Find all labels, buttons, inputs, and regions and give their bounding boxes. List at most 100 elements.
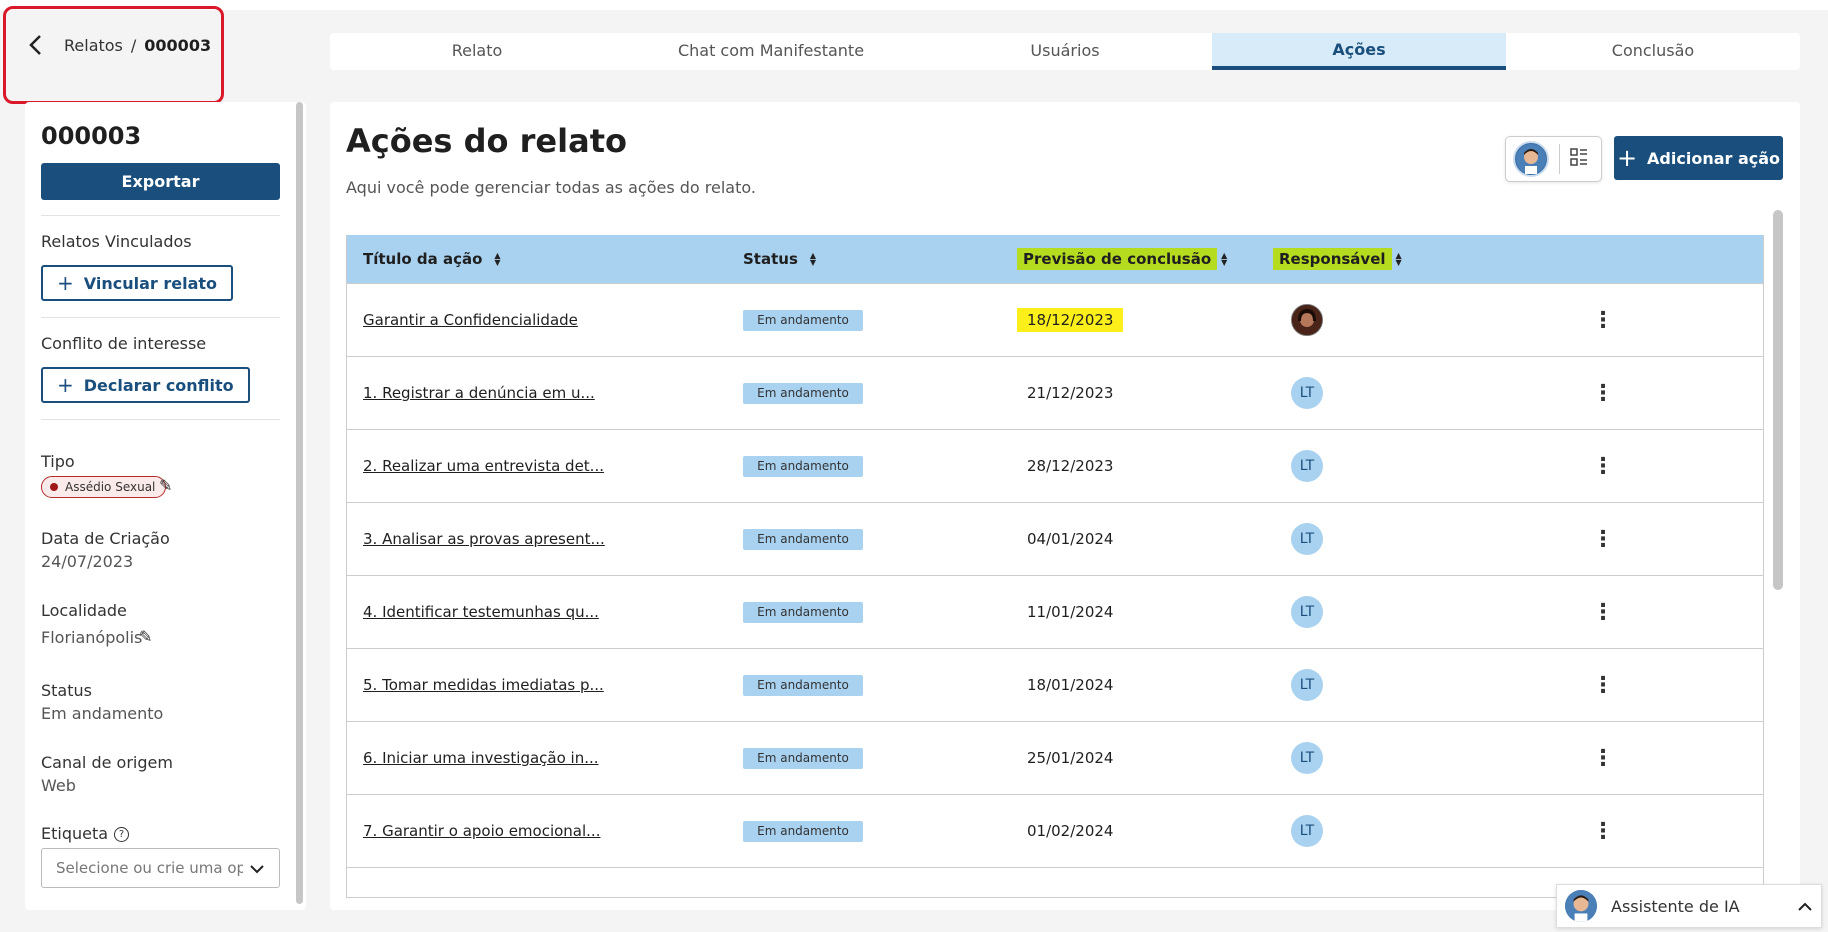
table-header: Título da ação ▲ ▼ Status ▲ ▼ Previsão de co…	[347, 235, 1763, 283]
assistant-label: Assistente de IA	[1611, 896, 1740, 916]
action-title-link[interactable]: 3. Analisar as provas apresent...	[363, 530, 605, 548]
status-badge: Em andamento	[743, 528, 863, 550]
tab-relato[interactable]: Relato	[330, 33, 624, 70]
edit-type-pencil-icon[interactable]: ✎	[159, 476, 172, 495]
channel-label: Canal de origem	[41, 753, 173, 772]
sort-icon[interactable]: ▲ ▼	[810, 252, 816, 267]
status-label: Status	[41, 681, 92, 700]
divider	[41, 419, 280, 420]
avatar: LT	[1291, 669, 1323, 701]
type-value: Assédio Sexual	[65, 480, 156, 494]
tag-label: Etiqueta	[41, 824, 109, 843]
breadcrumb-parent[interactable]: Relatos	[64, 36, 123, 55]
export-button[interactable]: Exportar	[41, 163, 280, 200]
chevron-up-icon[interactable]	[1797, 897, 1813, 916]
avatar: LT	[1291, 742, 1323, 774]
more-options-icon[interactable]: ⋮	[1592, 527, 1614, 552]
type-badge: Assédio Sexual	[41, 476, 167, 498]
sort-icon[interactable]: ▲ ▼	[494, 252, 500, 267]
action-title-link[interactable]: 1. Registrar a denúncia em u...	[363, 384, 595, 402]
top-strip	[0, 0, 1828, 10]
header-due[interactable]: Previsão de conclusão ▲ ▼	[1017, 248, 1227, 270]
help-icon[interactable]: ?	[114, 827, 130, 842]
action-title-link[interactable]: Garantir a Confidencialidade	[363, 311, 578, 329]
status-badge-label: Em andamento	[743, 309, 863, 331]
action-title-link[interactable]: 6. Iniciar uma investigação in...	[363, 749, 599, 767]
more-options-icon[interactable]: ⋮	[1592, 673, 1614, 698]
status-badge-label: Em andamento	[743, 674, 863, 696]
avatar-initials: LT	[1291, 377, 1323, 409]
tab-usuarios[interactable]: Usuários	[918, 33, 1212, 70]
avatar-initials: LT	[1291, 669, 1323, 701]
sort-icon[interactable]: ▲ ▼	[1396, 252, 1402, 267]
ai-assistant-widget[interactable]: Assistente de IA	[1556, 884, 1822, 928]
avatar-initials: LT	[1291, 596, 1323, 628]
tab-acoes[interactable]: Ações	[1212, 33, 1506, 70]
more-options-icon[interactable]: ⋮	[1592, 454, 1614, 479]
header-status[interactable]: Status ▲ ▼	[743, 250, 816, 268]
header-title[interactable]: Título da ação ▲ ▼	[363, 250, 501, 268]
sort-icon[interactable]: ▲ ▼	[1221, 252, 1227, 267]
tag-select[interactable]: Selecione ou crie uma opção	[41, 848, 280, 888]
table-row: 5. Tomar medidas imediatas p... Em andam…	[347, 648, 1763, 721]
header-owner[interactable]: Responsável ▲ ▼	[1273, 248, 1402, 270]
tag-label-row: Etiqueta?	[41, 824, 130, 843]
divider	[41, 317, 280, 318]
action-title-link[interactable]: 7. Garantir o apoio emocional...	[363, 822, 600, 840]
more-options-icon[interactable]: ⋮	[1592, 819, 1614, 844]
more-options-icon[interactable]: ⋮	[1592, 600, 1614, 625]
status-badge: Em andamento	[743, 455, 863, 477]
breadcrumb: Relatos / 000003	[28, 34, 211, 56]
type-label: Tipo	[41, 452, 75, 471]
sidebar-scrollbar[interactable]	[296, 102, 303, 904]
due-date: 25/01/2024	[1027, 749, 1114, 767]
status-badge-label: Em andamento	[743, 382, 863, 404]
avatar: LT	[1291, 450, 1323, 482]
avatar: LT	[1291, 377, 1323, 409]
declare-conflict-label: Declarar conflito	[83, 375, 234, 395]
status-badge: Em andamento	[743, 674, 863, 696]
assistant-avatar-icon[interactable]	[1513, 141, 1549, 177]
back-arrow-icon[interactable]	[28, 34, 50, 56]
add-action-button[interactable]: + Adicionar ação	[1614, 136, 1783, 180]
edit-location-pencil-icon[interactable]: ✎	[139, 627, 152, 646]
due-date: 01/02/2024	[1027, 822, 1114, 840]
table-row: Garantir a Confidencialidade Em andament…	[347, 283, 1763, 356]
plus-icon: +	[57, 271, 74, 295]
page-subtitle: Aqui você pode gerenciar todas as ações …	[346, 178, 756, 197]
avatar-initials: LT	[1291, 450, 1323, 482]
header-status-label: Status	[743, 250, 798, 268]
declare-conflict-button[interactable]: + Declarar conflito	[41, 367, 250, 403]
action-title-link[interactable]: 4. Identificar testemunhas qu...	[363, 603, 599, 621]
user-photo-icon	[1291, 304, 1323, 336]
location-label: Localidade	[41, 601, 127, 620]
view-toggle[interactable]	[1505, 136, 1602, 182]
link-report-button[interactable]: + Vincular relato	[41, 265, 234, 301]
table-row	[347, 867, 1763, 897]
list-view-icon[interactable]	[1570, 148, 1588, 170]
created-value: 24/07/2023	[41, 552, 134, 571]
more-options-icon[interactable]: ⋮	[1592, 308, 1614, 333]
main-scrollbar[interactable]	[1773, 210, 1783, 590]
action-title-link[interactable]: 2. Realizar uma entrevista det...	[363, 457, 604, 475]
action-title-link[interactable]: 5. Tomar medidas imediatas p...	[363, 676, 604, 694]
table-row: 3. Analisar as provas apresent... Em and…	[347, 502, 1763, 575]
tab-conclusao[interactable]: Conclusão	[1506, 33, 1800, 70]
avatar-initials: LT	[1291, 742, 1323, 774]
due-date-value: 18/12/2023	[1017, 308, 1124, 332]
more-options-icon[interactable]: ⋮	[1592, 746, 1614, 771]
status-badge-label: Em andamento	[743, 601, 863, 623]
breadcrumb-separator: /	[130, 35, 137, 55]
status-badge: Em andamento	[743, 382, 863, 404]
divider	[41, 215, 280, 216]
status-badge-label: Em andamento	[743, 747, 863, 769]
more-options-icon[interactable]: ⋮	[1592, 381, 1614, 406]
dot-icon	[50, 483, 58, 491]
channel-value: Web	[41, 776, 76, 795]
avatar	[1291, 304, 1323, 336]
divider	[1559, 144, 1560, 174]
table-row: 6. Iniciar uma investigação in... Em and…	[347, 721, 1763, 794]
tab-chat[interactable]: Chat com Manifestante	[624, 33, 918, 70]
tag-select-placeholder: Selecione ou crie uma opção	[56, 859, 243, 877]
breadcrumb-current: 000003	[144, 35, 212, 55]
